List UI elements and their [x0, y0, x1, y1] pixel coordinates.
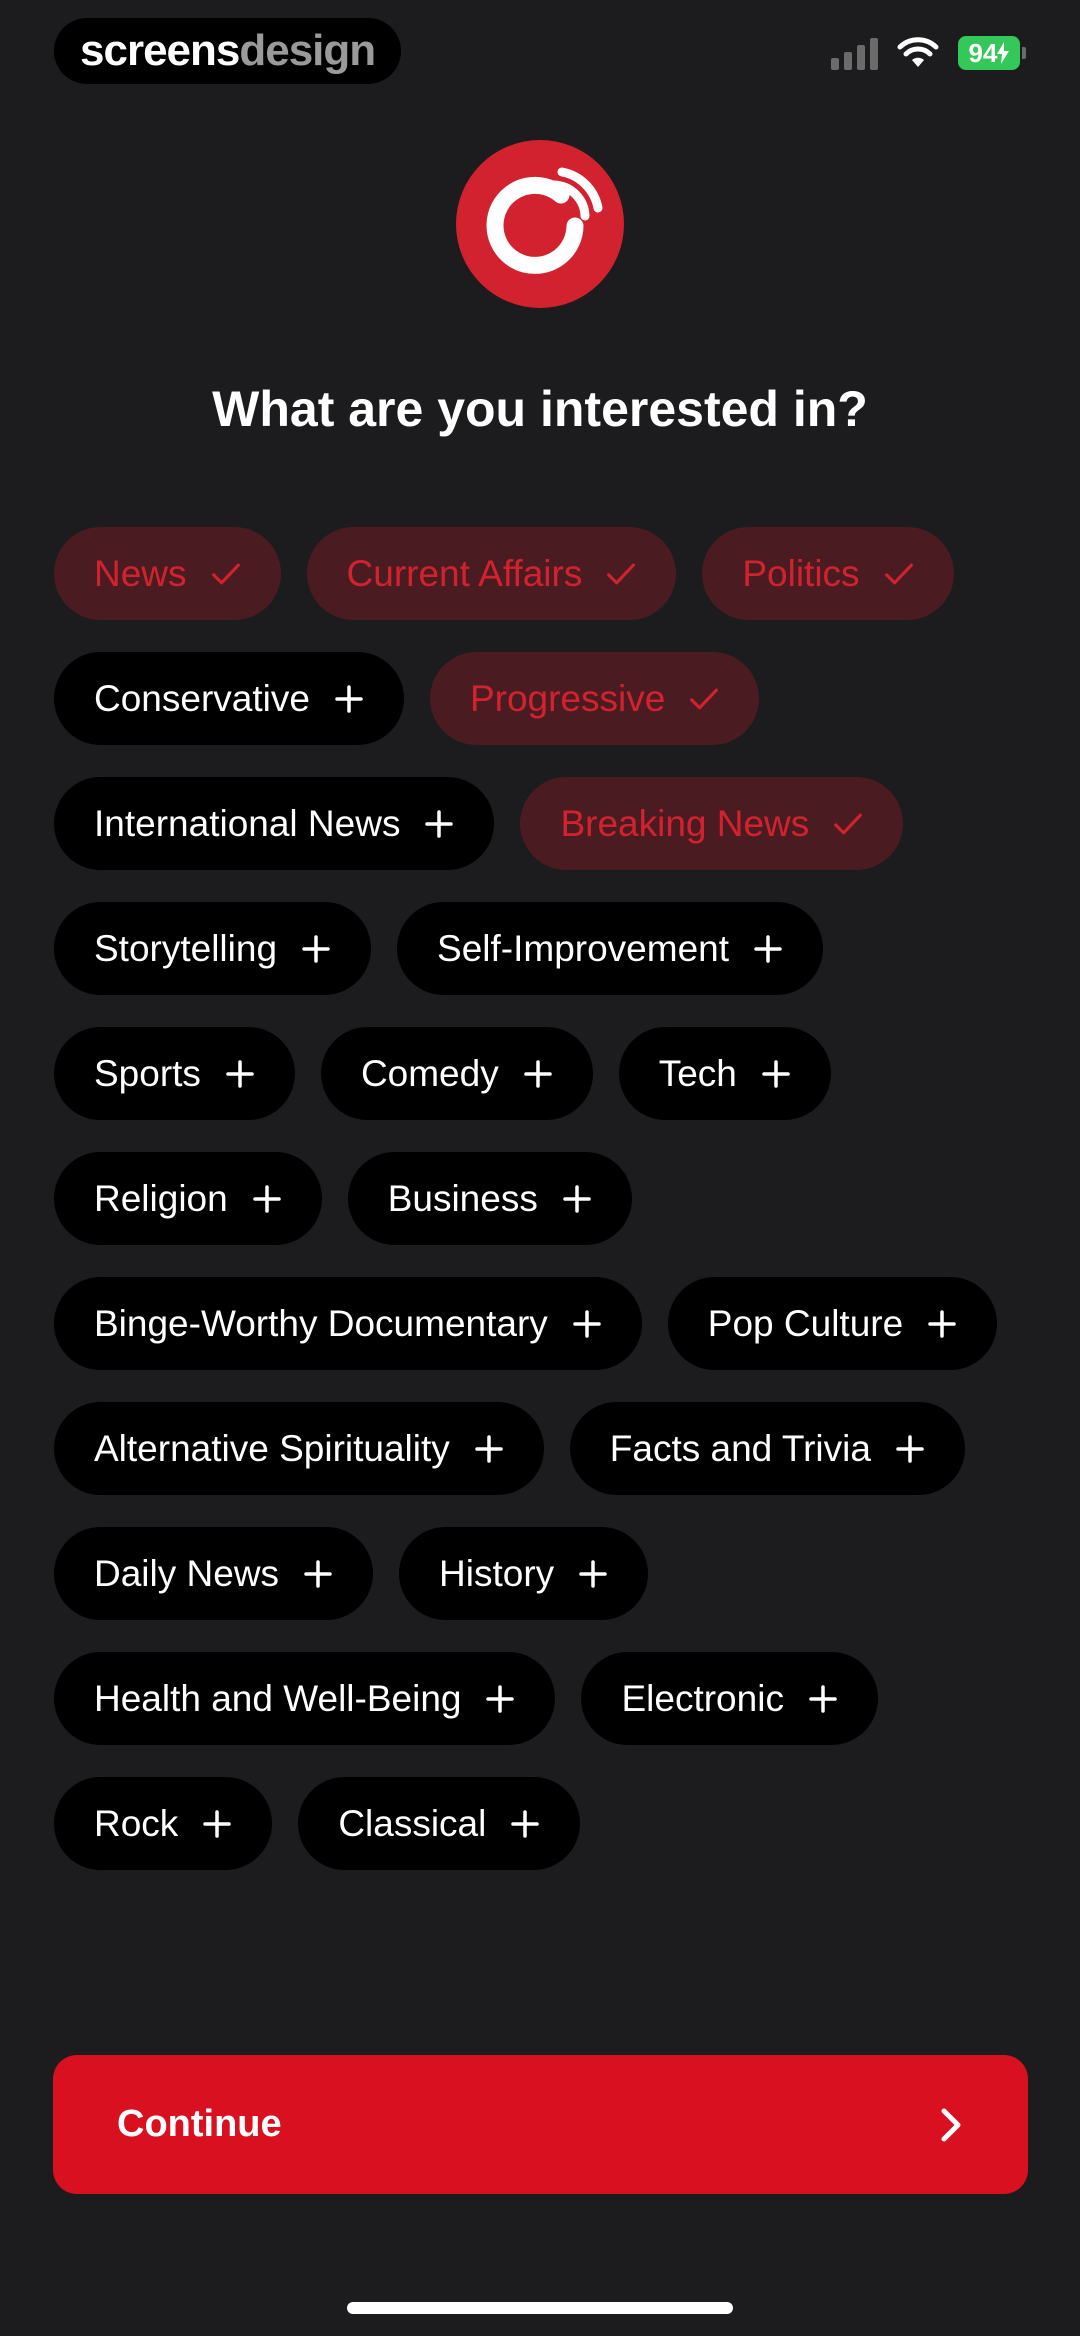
plus-icon — [895, 1434, 925, 1464]
topic-chip[interactable]: Religion — [54, 1152, 322, 1245]
topic-chip-label: Sports — [94, 1052, 201, 1094]
brand-text-primary: screens — [80, 26, 240, 75]
topic-chip-label: Current Affairs — [346, 552, 583, 594]
topic-chip-label: Alternative Spirituality — [94, 1427, 450, 1469]
topic-chip-label: Business — [387, 1177, 538, 1219]
plus-icon — [334, 684, 364, 714]
topic-chip[interactable]: International News — [54, 777, 495, 870]
continue-label: Continue — [117, 2103, 282, 2145]
topic-chip-label: History — [439, 1552, 555, 1594]
battery-cap — [1022, 47, 1026, 59]
topic-chip[interactable]: Alternative Spirituality — [54, 1402, 544, 1495]
chevron-right-icon — [941, 2108, 961, 2141]
topic-chip[interactable]: News — [54, 527, 281, 620]
plus-icon — [510, 1809, 540, 1839]
plus-icon — [578, 1559, 608, 1589]
topic-chip-label: Electronic — [621, 1677, 784, 1719]
topic-chip-label: Storytelling — [94, 927, 278, 969]
topic-chip-label: Politics — [742, 552, 860, 594]
topic-chip[interactable]: History — [399, 1527, 649, 1620]
topic-chip[interactable]: Storytelling — [54, 902, 372, 995]
battery-percentage: 94 — [968, 37, 998, 68]
topic-chip-label: Daily News — [94, 1552, 280, 1594]
podcast-app-logo-icon — [456, 140, 624, 308]
topic-chip-label: Conservative — [94, 677, 310, 719]
status-icons: 94 — [831, 36, 1026, 70]
topic-chip[interactable]: Pop Culture — [667, 1277, 998, 1370]
topic-chip-label: Comedy — [360, 1052, 499, 1094]
plus-icon — [572, 1309, 602, 1339]
plus-icon — [424, 809, 454, 839]
plus-icon — [252, 1184, 282, 1214]
topic-chip[interactable]: Self-Improvement — [397, 902, 824, 995]
topic-chip[interactable]: Business — [347, 1152, 632, 1245]
topic-chip[interactable]: Breaking News — [520, 777, 904, 870]
continue-button[interactable]: Continue — [53, 2055, 1028, 2194]
plus-icon — [808, 1684, 838, 1714]
battery-level: 94 — [958, 36, 1020, 70]
brand-badge: screens design — [54, 18, 402, 84]
checkmark-icon — [884, 559, 914, 589]
topic-chip-label: Tech — [658, 1052, 737, 1094]
topic-chip[interactable]: Sports — [54, 1027, 295, 1120]
topic-chip[interactable]: Tech — [618, 1027, 831, 1120]
plus-icon — [301, 934, 331, 964]
topic-chip-label: Binge-Worthy Documentary — [94, 1302, 548, 1344]
checkmark-icon — [833, 809, 863, 839]
charging-bolt-icon — [997, 42, 1010, 64]
brand-text-secondary: design — [239, 26, 376, 75]
checkmark-icon — [606, 559, 636, 589]
plus-icon — [474, 1434, 504, 1464]
plus-icon — [523, 1059, 553, 1089]
topic-chip-label: Rock — [94, 1802, 179, 1844]
plus-icon — [485, 1684, 515, 1714]
topic-chip-label: Progressive — [469, 677, 666, 719]
topic-chip[interactable]: Conservative — [54, 652, 404, 745]
checkmark-icon — [211, 559, 241, 589]
topic-chip-label: International News — [94, 802, 401, 844]
topic-chip-label: Facts and Trivia — [609, 1427, 871, 1469]
topic-chip[interactable]: Health and Well-Being — [54, 1652, 556, 1745]
topic-chip-label: Self-Improvement — [437, 927, 730, 969]
topic-chip[interactable]: Classical — [298, 1777, 581, 1870]
topic-chip-list: News Current Affairs Politics Conservative P… — [54, 527, 1044, 1870]
topic-chip-label: Breaking News — [560, 802, 810, 844]
plus-icon — [562, 1184, 592, 1214]
cellular-signal-icon — [831, 36, 878, 70]
topic-chip[interactable]: Facts and Trivia — [569, 1402, 965, 1495]
plus-icon — [225, 1059, 255, 1089]
plus-icon — [761, 1059, 791, 1089]
topic-chip[interactable]: Daily News — [54, 1527, 374, 1620]
topic-chip-label: Classical — [338, 1802, 487, 1844]
topic-chip[interactable]: Progressive — [429, 652, 760, 745]
plus-icon — [927, 1309, 957, 1339]
topic-chip[interactable]: Politics — [702, 527, 954, 620]
topic-chip-label: News — [94, 552, 187, 594]
topic-chip-label: Pop Culture — [707, 1302, 904, 1344]
battery-charging-icon: 94 — [958, 36, 1026, 70]
plus-icon — [202, 1809, 232, 1839]
home-indicator — [347, 2302, 733, 2314]
checkmark-icon — [689, 684, 719, 714]
topic-chip[interactable]: Rock — [54, 1777, 273, 1870]
status-bar: screens design 94 — [0, 0, 1080, 110]
page-title: What are you interested in? — [212, 381, 868, 437]
topic-chip[interactable]: Current Affairs — [306, 527, 677, 620]
topic-chip[interactable]: Comedy — [320, 1027, 593, 1120]
topic-chip[interactable]: Electronic — [581, 1652, 878, 1745]
topic-chip[interactable]: Binge-Worthy Documentary — [54, 1277, 642, 1370]
wifi-icon — [897, 37, 939, 67]
topic-chip-label: Religion — [94, 1177, 228, 1219]
plus-icon — [753, 934, 783, 964]
plus-icon — [303, 1559, 333, 1589]
topic-chip-label: Health and Well-Being — [94, 1677, 462, 1719]
